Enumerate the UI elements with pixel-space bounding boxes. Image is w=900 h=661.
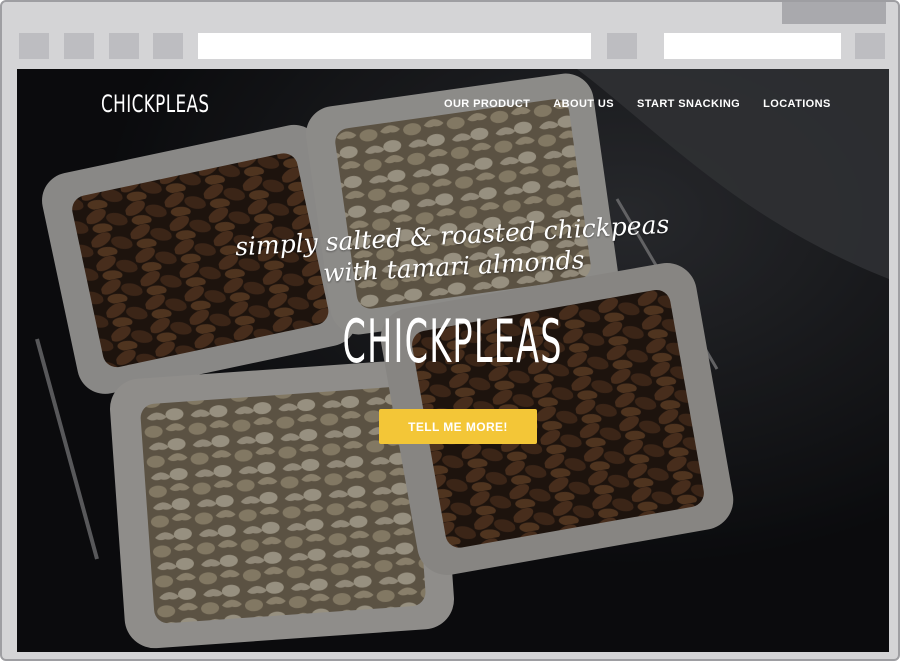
browser-window: CHICKPLEAS OUR PRODUCT ABOUT US START SN… — [0, 0, 900, 661]
main-nav: OUR PRODUCT ABOUT US START SNACKING LOCA… — [444, 98, 831, 110]
home-button[interactable] — [153, 33, 183, 59]
bookmark-button[interactable] — [607, 33, 637, 59]
window-title-tab — [782, 2, 886, 24]
back-button[interactable] — [19, 33, 49, 59]
menu-button[interactable] — [855, 33, 885, 59]
address-bar[interactable] — [198, 33, 591, 59]
reload-button[interactable] — [109, 33, 139, 59]
nav-our-product[interactable]: OUR PRODUCT — [444, 98, 530, 110]
nav-locations[interactable]: LOCATIONS — [763, 98, 831, 110]
site-logo[interactable]: CHICKPLEAS — [101, 90, 209, 118]
forward-button[interactable] — [64, 33, 94, 59]
hero-title: CHICKPLEAS — [17, 307, 889, 377]
hero-title-text: CHICKPLEAS — [342, 307, 564, 377]
browser-search-input[interactable] — [664, 33, 841, 59]
nav-start-snacking[interactable]: START SNACKING — [637, 98, 740, 110]
nav-about-us[interactable]: ABOUT US — [553, 98, 614, 110]
tell-me-more-button[interactable]: TELL ME MORE! — [379, 409, 537, 444]
page-viewport: CHICKPLEAS OUR PRODUCT ABOUT US START SN… — [17, 69, 889, 652]
